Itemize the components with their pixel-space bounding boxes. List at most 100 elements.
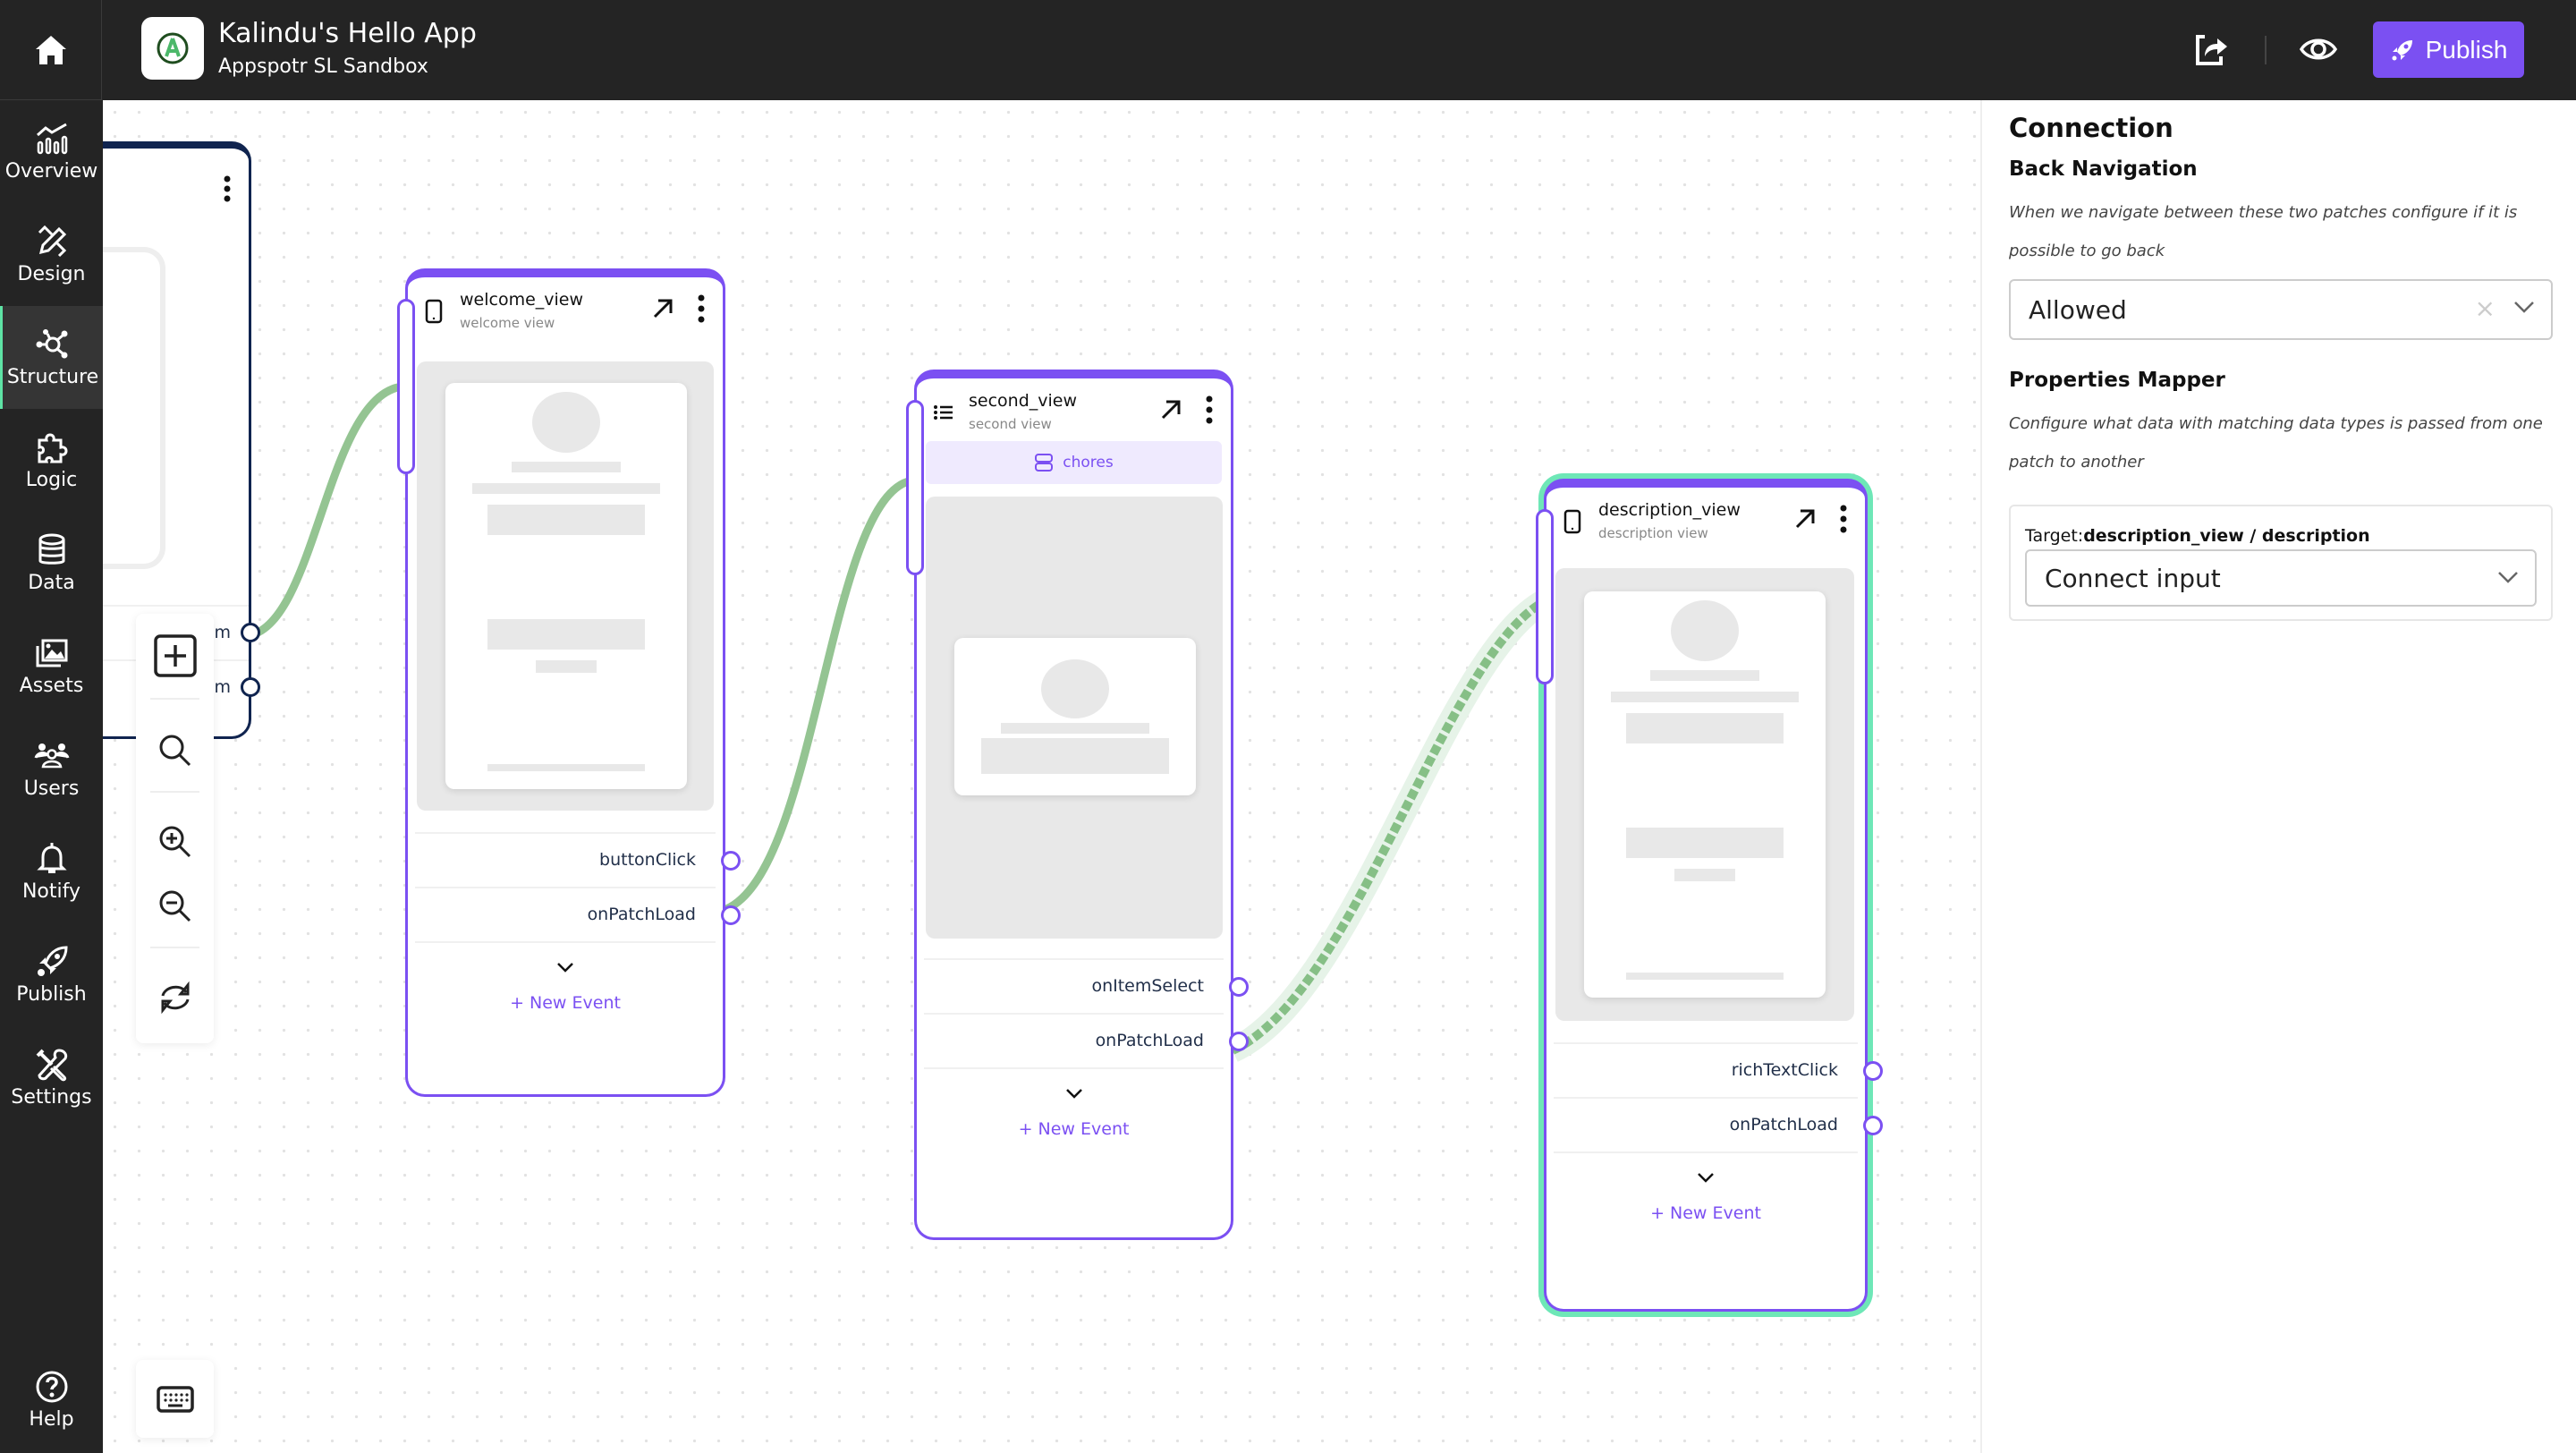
new-event-button[interactable]: + New Event [1554, 1203, 1858, 1223]
network-icon [36, 329, 68, 359]
expand-events-button[interactable] [1554, 1151, 1858, 1202]
more-vert-icon[interactable] [1200, 395, 1218, 425]
open-external-icon[interactable] [1792, 506, 1818, 532]
property-mapping: Target:description_view / description Co… [2009, 505, 2553, 621]
tools-icon [36, 1049, 67, 1082]
share-button[interactable] [2189, 27, 2233, 72]
sidebar-item-notify[interactable]: Notify [0, 820, 103, 923]
expand-events-button[interactable] [415, 941, 716, 991]
app-root: Kalindu's Hello App Appspotr SL Sandbox … [0, 0, 2576, 1453]
connection-wire[interactable] [724, 476, 914, 913]
node-welcome-view[interactable]: welcome_view welcome view buttonClick on… [397, 268, 741, 1097]
sidebar-item-overview[interactable]: Overview [0, 100, 103, 203]
zoom-out-button[interactable] [136, 875, 214, 938]
sidebar-item-help[interactable]: Help [0, 1348, 103, 1451]
sidebar-item-label: Assets [19, 675, 84, 697]
connection-wire[interactable] [249, 382, 403, 640]
keyboard-shortcuts-button[interactable] [136, 1360, 214, 1438]
event-port[interactable] [1229, 977, 1249, 997]
search-icon [159, 735, 191, 767]
screen-preview [417, 361, 714, 811]
clear-icon[interactable]: × [2475, 293, 2496, 323]
sidebar-item-structure[interactable]: Structure [0, 306, 103, 409]
event-row[interactable]: onItemSelect [924, 958, 1249, 1013]
event-port[interactable] [721, 851, 741, 871]
connect-input-value: Connect input [2045, 564, 2221, 593]
eye-icon [2300, 38, 2337, 60]
event-label: onPatchLoad [1729, 1115, 1838, 1134]
sidebar-item-design[interactable]: Design [0, 203, 103, 306]
event-label: onPatchLoad [1095, 1031, 1204, 1050]
event-row[interactable]: richTextClick [1554, 1042, 1883, 1097]
connect-input-select[interactable]: Connect input [2025, 549, 2537, 607]
sidebar-item-label: Users [23, 777, 80, 800]
target-prefix: Target: [2025, 526, 2084, 546]
event-label: m [214, 677, 231, 697]
event-label: m [214, 623, 231, 642]
pencil-ruler-icon [38, 225, 66, 258]
zoom-in-icon [159, 826, 191, 858]
node-header: description_view description view [1546, 488, 1865, 550]
home-button[interactable] [0, 0, 102, 100]
sidebar-item-label: Logic [25, 469, 78, 491]
node-description-view[interactable]: description_view description view richTe… [1536, 479, 1883, 1312]
event-port[interactable] [721, 905, 741, 925]
event-port[interactable] [1229, 1032, 1249, 1051]
event-label: onItemSelect [1091, 976, 1204, 996]
back-navigation-description: When we navigate between these two patch… [2009, 203, 2518, 260]
event-row[interactable]: onPatchLoad [1554, 1097, 1883, 1151]
event-row[interactable]: onPatchLoad [924, 1013, 1249, 1067]
event-port[interactable] [241, 623, 260, 642]
screen-preview [1555, 568, 1854, 1021]
search-button[interactable] [136, 719, 214, 782]
back-navigation-heading: Back Navigation [2009, 157, 2198, 181]
sidebar-item-logic[interactable]: Logic [0, 409, 103, 512]
event-port[interactable] [241, 677, 260, 697]
chart-icon [36, 123, 67, 155]
open-external-icon[interactable] [1157, 396, 1184, 423]
node-title: welcome_view [460, 290, 584, 310]
toolbar-divider [150, 947, 199, 948]
toolbar-divider [150, 791, 199, 793]
expand-events-button[interactable] [924, 1067, 1224, 1117]
new-event-button[interactable]: + New Event [924, 1119, 1224, 1139]
event-port[interactable] [1863, 1116, 1883, 1135]
more-vert-icon[interactable] [1835, 504, 1852, 534]
node-subtitle: description view [1598, 525, 1708, 541]
sidebar-item-data[interactable]: Data [0, 512, 103, 615]
event-row[interactable]: onPatchLoad [415, 887, 741, 941]
add-node-button[interactable] [136, 625, 214, 687]
publish-button[interactable]: Publish [2373, 21, 2524, 78]
sidebar-item-settings[interactable]: Settings [0, 1026, 103, 1129]
users-icon [34, 743, 69, 769]
more-vert-icon[interactable] [692, 293, 710, 324]
chevron-down-icon [2514, 302, 2534, 313]
preview-button[interactable] [2296, 27, 2341, 72]
zoom-in-button[interactable] [136, 811, 214, 873]
target-value: description_view / description [2083, 526, 2370, 546]
more-vert-icon[interactable] [222, 175, 233, 202]
sidebar-item-assets[interactable]: Assets [0, 615, 103, 718]
mapping-target: Target:description_view / description [2025, 526, 2370, 546]
canvas-toolbar [136, 614, 214, 1043]
node-second-view[interactable]: second_view second view chores onItemSel… [906, 370, 1249, 1240]
sidebar-item-publish[interactable]: Publish [0, 923, 103, 1026]
open-external-icon[interactable] [649, 295, 676, 322]
new-event-button[interactable]: + New Event [415, 993, 716, 1013]
back-navigation-select[interactable]: Allowed × [2009, 279, 2553, 340]
properties-mapper-heading: Properties Mapper [2009, 369, 2225, 392]
refresh-button[interactable] [136, 966, 214, 1029]
sidebar-item-users[interactable]: Users [0, 718, 103, 820]
phone-icon [425, 299, 443, 324]
event-label: richTextClick [1731, 1060, 1838, 1080]
data-source-badge[interactable]: chores [926, 441, 1222, 484]
sidebar-item-label: Data [28, 572, 75, 594]
chevron-down-icon [557, 963, 573, 973]
event-row[interactable]: buttonClick [415, 832, 741, 887]
node-subtitle: welcome view [460, 315, 555, 331]
appspotr-logo-icon [157, 32, 189, 64]
event-port[interactable] [1863, 1061, 1883, 1081]
event-list: buttonClick onPatchLoad + New Event [415, 832, 741, 1013]
chevron-down-icon [1065, 1089, 1082, 1099]
structure-canvas[interactable]: m m welcome_view welcome view buttonClic… [103, 100, 1980, 1453]
